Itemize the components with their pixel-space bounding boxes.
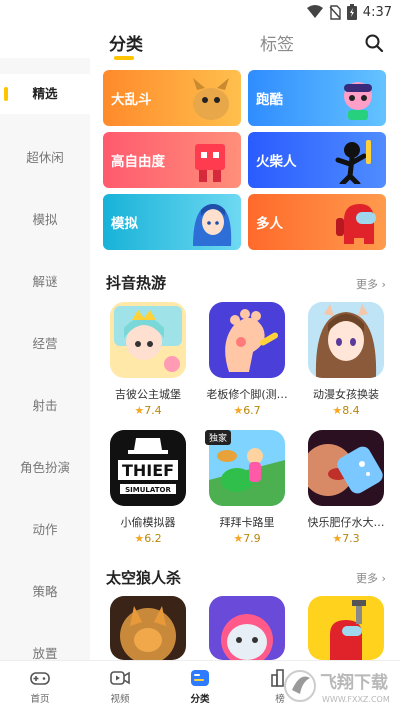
anime-dressup-icon — [308, 302, 384, 378]
game-name: 动漫女孩换装 — [313, 388, 379, 401]
exclusive-badge: 独家 — [205, 430, 232, 445]
site-watermark-logo: 飞翔下载 WWW.FXXZ.COM — [284, 670, 390, 704]
svg-text:WWW.FXXZ.COM: WWW.FXXZ.COM — [322, 695, 390, 704]
star-icon: ★ — [233, 532, 244, 545]
nav-label: 首页 — [30, 694, 50, 705]
category-label: 多人 — [256, 216, 283, 232]
category-label: 火柴人 — [256, 154, 297, 170]
sidebar-item-puzzle[interactable]: 解谜 — [0, 262, 90, 302]
sidebar-item-label: 超休闲 — [26, 150, 64, 165]
sidebar-item-label: 放置 — [32, 646, 58, 661]
sidebar-item-rpg[interactable]: 角色扮演 — [0, 448, 90, 488]
nav-home[interactable]: 首页 — [10, 667, 70, 705]
sidebar-item-action[interactable]: 动作 — [0, 510, 90, 550]
star-icon: ★ — [134, 532, 145, 545]
status-bar: 4:37 — [0, 0, 400, 24]
category-grid-icon — [191, 670, 209, 686]
nav-label: 视频 — [110, 694, 130, 705]
crewmate-game-icon[interactable] — [308, 596, 384, 660]
star-icon: ★ — [134, 404, 145, 417]
princess-castle-icon — [110, 302, 186, 378]
nav-label: 分类 — [190, 694, 210, 705]
fox-game-icon[interactable] — [110, 596, 186, 660]
category-card-simulation[interactable]: 模拟 — [103, 194, 241, 250]
sidebar-active-indicator — [4, 87, 8, 101]
chevron-right-icon: › — [381, 572, 386, 585]
soda-drink-icon — [308, 430, 384, 506]
nav-category[interactable]: 分类 — [170, 667, 230, 705]
battery-charging-icon — [346, 4, 357, 20]
chevron-right-icon: › — [381, 278, 386, 291]
thief-simulator-icon: THIEF SIMULATOR — [110, 430, 186, 506]
category-card-brawl[interactable]: 大乱斗 — [103, 70, 241, 126]
game-name: 小偷模拟器 — [120, 516, 176, 529]
foot-care-icon — [209, 302, 285, 378]
svg-text:THIEF: THIEF — [122, 461, 174, 480]
category-label: 高自由度 — [111, 154, 165, 170]
game-name: 吉彼公主城堡 — [115, 388, 181, 401]
game-rating: ★7.9 — [233, 532, 261, 545]
category-card-parkour[interactable]: 跑酷 — [248, 70, 386, 126]
game-rating: ★6.2 — [134, 532, 162, 545]
category-label: 跑酷 — [256, 92, 283, 108]
section-more-link[interactable]: 更多 › — [356, 276, 386, 292]
nav-video[interactable]: 视频 — [90, 667, 150, 705]
sidebar-item-featured[interactable]: 精选 — [0, 74, 90, 114]
crewmate-art — [336, 204, 376, 244]
more-label: 更多 — [356, 572, 378, 585]
sidebar-item-label: 模拟 — [32, 212, 58, 227]
sidebar-item-label: 精选 — [32, 86, 58, 101]
gamepad-icon — [30, 672, 50, 685]
sidebar-item-label: 射击 — [32, 398, 58, 413]
category-card-multiplayer[interactable]: 多人 — [248, 194, 386, 250]
category-card-stickman[interactable]: 火柴人 — [248, 132, 386, 188]
dog-character-art — [193, 78, 229, 120]
game-rating: ★7.4 — [134, 404, 162, 417]
sidebar-item-label: 解谜 — [32, 274, 58, 289]
runner-character-art — [344, 82, 372, 120]
sidebar-item-management[interactable]: 经营 — [0, 324, 90, 364]
star-icon: ★ — [233, 404, 244, 417]
category-card-sandbox[interactable]: 高自由度 — [103, 132, 241, 188]
tab-category[interactable]: 分类 — [109, 30, 143, 55]
block-robot-art — [195, 144, 225, 182]
game-name: 老板修个脚(测… — [206, 388, 288, 401]
sidebar-item-shooting[interactable]: 射击 — [0, 386, 90, 426]
category-label: 模拟 — [111, 216, 138, 232]
app-screen: 4:37 分类 标签 精选 超休闲 模拟 解谜 经营 射击 角色扮演 动作 策略… — [0, 0, 400, 711]
sidebar-item-label: 经营 — [32, 336, 58, 351]
svg-text:飞翔下载: 飞翔下载 — [320, 672, 388, 693]
sidebar-item-label: 策略 — [32, 584, 58, 599]
active-tab-indicator — [114, 56, 134, 60]
category-sidebar: 精选 超休闲 模拟 解谜 经营 射击 角色扮演 动作 策略 放置 — [0, 58, 90, 661]
game-rating: ★6.7 — [233, 404, 261, 417]
search-icon[interactable] — [364, 33, 384, 53]
section-title-space-werewolf: 太空狼人杀 — [106, 569, 182, 587]
game-rating: ★7.3 — [332, 532, 360, 545]
game-name: 拜拜卡路里 — [219, 516, 275, 529]
no-sim-icon — [329, 4, 341, 20]
section-title-douyin-hot: 抖音热游 — [106, 274, 167, 292]
sidebar-item-casual[interactable]: 超休闲 — [0, 138, 90, 178]
robot-game-icon[interactable] — [209, 596, 285, 660]
anime-girl-art — [193, 204, 232, 246]
section-more-link[interactable]: 更多 › — [356, 570, 386, 586]
star-icon: ★ — [332, 532, 343, 545]
category-label: 大乱斗 — [111, 92, 152, 108]
sidebar-item-label: 角色扮演 — [19, 460, 70, 475]
stickman-art — [335, 140, 371, 184]
game-name: 快乐肥仔水大… — [307, 516, 385, 529]
status-time: 4:37 — [362, 4, 392, 20]
tab-tags[interactable]: 标签 — [260, 30, 294, 55]
wifi-icon — [306, 5, 323, 18]
game-rating: ★8.4 — [332, 404, 360, 417]
sidebar-item-label: 动作 — [32, 522, 58, 537]
video-icon — [110, 671, 130, 685]
sidebar-item-strategy[interactable]: 策略 — [0, 572, 90, 612]
star-icon: ★ — [332, 404, 343, 417]
more-label: 更多 — [356, 278, 378, 291]
sidebar-item-simulation[interactable]: 模拟 — [0, 200, 90, 240]
svg-text:SIMULATOR: SIMULATOR — [125, 486, 171, 494]
